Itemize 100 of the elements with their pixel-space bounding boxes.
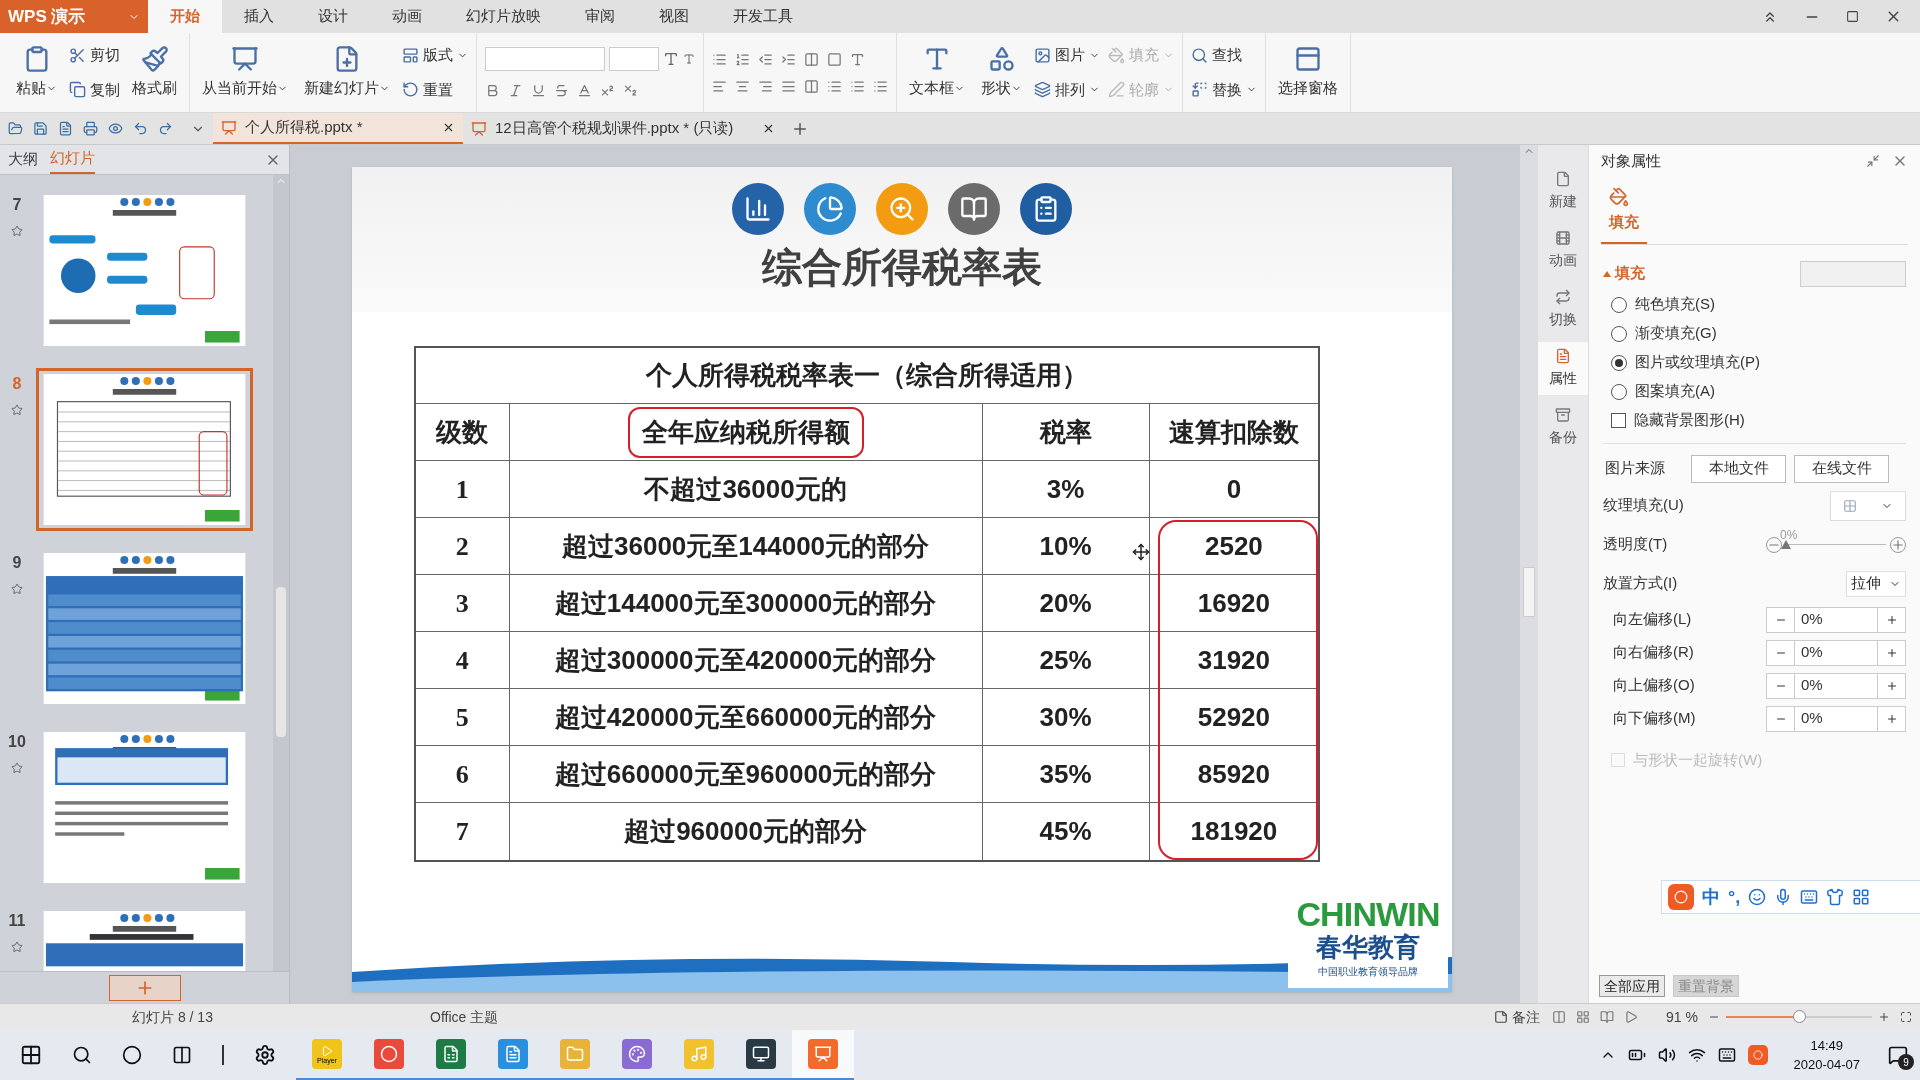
menu-tab[interactable]: 视图 bbox=[637, 0, 711, 33]
ribbon-button[interactable]: 粘贴 bbox=[12, 45, 61, 100]
ribbon-button[interactable]: 从当前开始 bbox=[198, 45, 292, 100]
ribbon-button[interactable]: 重置 bbox=[402, 78, 468, 101]
start-icon[interactable] bbox=[20, 1044, 42, 1066]
section-header[interactable]: 填充 bbox=[1603, 262, 1645, 285]
scrollbar[interactable] bbox=[273, 175, 289, 971]
columns-icon[interactable] bbox=[804, 51, 819, 67]
font-color-icon[interactable] bbox=[577, 83, 592, 98]
ribbon-button[interactable]: 形状 bbox=[977, 45, 1026, 100]
radio-option[interactable]: 图案填充(A) bbox=[1603, 380, 1906, 403]
ribbon-button[interactable]: 选择窗格 bbox=[1274, 45, 1342, 100]
dock-icon[interactable] bbox=[1866, 154, 1880, 168]
fit-icon[interactable] bbox=[1900, 1011, 1912, 1023]
menu-tab[interactable]: 幻灯片放映 bbox=[444, 0, 563, 33]
panel-tab[interactable]: 大纲 bbox=[8, 145, 38, 174]
side-tab[interactable]: 属性 bbox=[1538, 342, 1588, 395]
document-tab[interactable]: 12日高管个税规划课件.pptx * (只读) bbox=[463, 113, 783, 144]
underline-icon[interactable] bbox=[531, 83, 546, 98]
radio-button[interactable] bbox=[1611, 354, 1627, 371]
menu-tab[interactable]: 开发工具 bbox=[711, 0, 815, 33]
align-center-icon[interactable] bbox=[735, 78, 750, 94]
fill-tab[interactable]: 填充 bbox=[1601, 187, 1647, 244]
align-right-icon[interactable] bbox=[758, 78, 773, 94]
radio-option[interactable]: 图片或纹理填充(P) bbox=[1603, 351, 1906, 374]
side-tab[interactable]: 动画 bbox=[1538, 224, 1588, 277]
source-button[interactable]: 本地文件 bbox=[1691, 454, 1786, 483]
scroll-thumb[interactable] bbox=[1523, 567, 1535, 617]
ribbon-button[interactable]: 文本框 bbox=[905, 45, 969, 100]
shrink-font-icon[interactable] bbox=[683, 53, 695, 65]
align-left-icon[interactable] bbox=[712, 78, 727, 94]
radio-button[interactable] bbox=[1611, 296, 1627, 313]
reading-view-icon[interactable] bbox=[1600, 1010, 1615, 1024]
notes-button[interactable]: 备注 bbox=[1494, 1006, 1541, 1028]
slider-thumb[interactable] bbox=[1781, 540, 1791, 549]
checkbox[interactable] bbox=[1611, 413, 1626, 428]
bold-icon[interactable] bbox=[485, 83, 500, 98]
radio-option[interactable]: 渐变填充(G) bbox=[1603, 322, 1906, 345]
bullet-list-icon[interactable] bbox=[712, 51, 727, 67]
search-icon[interactable] bbox=[72, 1045, 92, 1065]
zoom-slider[interactable] bbox=[1726, 1010, 1872, 1024]
menu-tab[interactable]: 审阅 bbox=[563, 0, 637, 33]
ribbon-button[interactable]: 剪切 bbox=[69, 44, 120, 67]
menu-tab[interactable]: 设计 bbox=[296, 0, 370, 33]
source-button[interactable]: 在线文件 bbox=[1794, 454, 1889, 483]
ime-mode[interactable]: 中 bbox=[1702, 883, 1720, 911]
sorter-view-icon[interactable] bbox=[1576, 1010, 1591, 1024]
subscript-icon[interactable] bbox=[623, 83, 638, 98]
slideshow-icon[interactable] bbox=[1624, 1010, 1639, 1024]
ribbon-button[interactable]: 排列 bbox=[1034, 78, 1100, 101]
restore-icon[interactable] bbox=[1846, 10, 1859, 23]
undo-icon[interactable] bbox=[133, 121, 148, 136]
ribbon-button[interactable]: 新建幻灯片 bbox=[300, 45, 394, 100]
justify-icon[interactable] bbox=[781, 78, 796, 94]
grid-icon[interactable] bbox=[1852, 888, 1871, 906]
ribbon-button[interactable]: 格式刷 bbox=[128, 45, 181, 100]
side-tab[interactable]: 切换 bbox=[1538, 283, 1588, 336]
vertical-scrollbar[interactable] bbox=[1520, 145, 1538, 1003]
distribute-icon[interactable] bbox=[804, 78, 819, 94]
font-name-field[interactable] bbox=[485, 47, 605, 71]
side-tab[interactable]: 新建 bbox=[1538, 165, 1588, 218]
menu-tab[interactable]: 插入 bbox=[222, 0, 296, 33]
folder-icon[interactable] bbox=[8, 121, 23, 136]
indent-icon[interactable] bbox=[781, 51, 796, 67]
radio-button[interactable] bbox=[1611, 383, 1627, 400]
ribbon-button[interactable]: 替换 bbox=[1191, 78, 1257, 101]
print-icon[interactable] bbox=[83, 121, 98, 136]
settings-icon[interactable] bbox=[254, 1044, 276, 1066]
app-menu-button[interactable]: WPS 演示 bbox=[0, 0, 148, 33]
shirt-icon[interactable] bbox=[1826, 888, 1845, 906]
export-icon[interactable] bbox=[58, 121, 73, 136]
placement-dropdown[interactable]: 拉伸 bbox=[1846, 570, 1906, 597]
input-method-icon[interactable] bbox=[1717, 1046, 1736, 1064]
superscript-icon[interactable] bbox=[600, 83, 615, 98]
wifi-icon[interactable] bbox=[1687, 1046, 1706, 1064]
ime-tray-icon[interactable] bbox=[1747, 1045, 1768, 1065]
scroll-thumb[interactable] bbox=[276, 587, 286, 737]
cortana-icon[interactable] bbox=[122, 1045, 142, 1065]
ribbon-button[interactable]: 版式 bbox=[402, 44, 468, 67]
task-view-icon[interactable] bbox=[172, 1045, 192, 1065]
border-icon[interactable] bbox=[827, 51, 842, 67]
side-tab[interactable]: 备份 bbox=[1538, 401, 1588, 454]
font-size-field[interactable] bbox=[609, 47, 659, 71]
ime-punctuation[interactable]: °, bbox=[1728, 883, 1741, 911]
numbered-list-icon[interactable] bbox=[735, 51, 750, 67]
line-spacing-icon[interactable] bbox=[827, 78, 842, 94]
normal-view-icon[interactable] bbox=[1552, 1010, 1567, 1024]
ribbon-button[interactable]: 复制 bbox=[69, 78, 120, 101]
italic-icon[interactable] bbox=[508, 83, 523, 98]
ribbon-button[interactable]: 查找 bbox=[1191, 44, 1257, 67]
panel-button[interactable]: 全部应用 bbox=[1599, 975, 1665, 997]
ribbon-button[interactable]: 图片 bbox=[1034, 44, 1100, 67]
outdent-icon[interactable] bbox=[758, 51, 773, 67]
strikethrough-icon[interactable] bbox=[554, 83, 569, 98]
list-icon[interactable] bbox=[873, 78, 888, 94]
keyboard-icon[interactable] bbox=[1800, 888, 1819, 906]
zoom-in-icon[interactable] bbox=[1878, 1011, 1890, 1023]
text-direction-icon[interactable] bbox=[850, 51, 865, 67]
radio-option[interactable]: 纯色填充(S) bbox=[1603, 293, 1906, 316]
menu-tab[interactable]: 动画 bbox=[370, 0, 444, 33]
